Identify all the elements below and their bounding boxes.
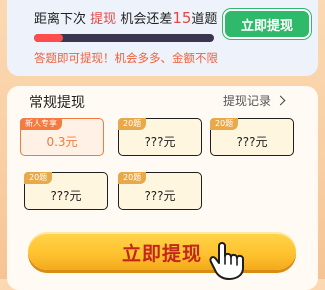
hint-text: 答题即可提现！机会多多、金额不限 <box>34 51 218 65</box>
withdraw-now-main-button[interactable]: 立即提现 <box>28 232 296 270</box>
gap-mid: 机会还差 <box>120 12 173 27</box>
section-title: 常规提现 <box>29 95 85 111</box>
withdraw-now-small-button[interactable]: 立即提现 <box>223 9 311 39</box>
gap-suffix: 道题 <box>191 12 218 27</box>
gap-prefix: 距离下次 <box>34 12 87 27</box>
questions-remaining-text: 距离下次 提现 机会还差15道题 <box>34 9 217 29</box>
withdraw-record-link[interactable]: 提现记录 <box>223 92 286 109</box>
withdraw-record-label: 提现记录 <box>223 94 272 108</box>
progress-bar-fill <box>34 34 63 42</box>
option-tag: 20题 <box>118 118 147 130</box>
option-tag: 20题 <box>210 118 239 130</box>
main-button-label: 立即提现 <box>121 243 202 265</box>
withdraw-option-newcomer[interactable]: 新人专享 0.3元 <box>20 118 104 156</box>
gap-count: 15 <box>172 9 192 27</box>
gap-keyword: 提现 <box>90 12 117 27</box>
withdraw-option[interactable]: 20题 ???元 <box>210 118 294 156</box>
option-amount: ???元 <box>50 189 82 203</box>
withdraw-option[interactable]: 20题 ???元 <box>118 118 202 156</box>
option-tag: 新人专享 <box>20 118 62 130</box>
progress-bar <box>34 34 214 42</box>
option-tag: 20题 <box>118 172 147 184</box>
withdraw-option[interactable]: 20题 ???元 <box>24 172 108 210</box>
withdraw-progress-card: 距离下次 提现 机会还差15道题 答题即可提现！机会多多、金额不限 立即提现 <box>7 0 318 76</box>
option-amount: 0.3元 <box>46 135 78 149</box>
option-amount: ???元 <box>144 189 176 203</box>
option-amount: ???元 <box>236 135 268 149</box>
chevron-right-icon <box>275 95 286 106</box>
withdraw-option[interactable]: 20题 ???元 <box>118 172 202 210</box>
option-tag: 20题 <box>24 172 53 184</box>
hand-pointer-icon <box>209 242 244 280</box>
option-amount: ???元 <box>144 135 176 149</box>
